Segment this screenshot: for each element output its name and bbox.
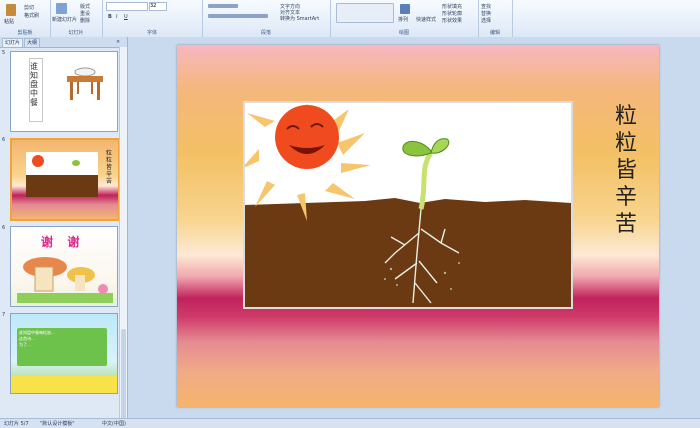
new-slide-button[interactable]: 新建幻灯片 [52,16,77,23]
drawing-group: 排列 快速样式 形状填充 形状轮廓 形状效果 绘图 [330,0,479,37]
editing-group: 查找 替换 选择 编辑 [478,0,513,37]
tab-slides[interactable]: 幻灯片 [2,38,24,47]
slide-editor: 粒粒皆辛苦 [128,37,700,418]
find-button[interactable]: 查找 [481,3,491,10]
font-group: 32 B I U 字体 [102,0,203,37]
pane-scrollbar[interactable] [119,47,127,419]
clipboard-group-label: 剪贴板 [17,30,33,36]
slide-title[interactable]: 粒粒皆辛苦 [612,103,640,238]
sprout-illustration [245,103,571,307]
replace-button[interactable]: 替换 [481,10,491,17]
text-panel: 谁知盘中餐每粒皆… 这首诗… 为了… [17,328,107,366]
delete-button[interactable]: 删除 [80,17,90,24]
reset-button[interactable]: 重设 [80,10,90,17]
paste-icon[interactable] [6,4,16,16]
thumb-number: 6 [2,137,6,143]
paragraph-group: 文字方向 对齐文本 转换为 SmartArt 段落 [202,0,331,37]
soil [26,175,98,197]
ribbon: 粘贴 剪切 格式刷 剪贴板 新建幻灯片 版式 重设 删除 幻灯片 32 B I … [0,0,700,38]
font-group-label: 字体 [146,30,157,36]
quick-styles-button[interactable]: 快速样式 [416,16,436,23]
thumb-number: 6 [2,225,6,231]
cut-button[interactable]: 剪切 [24,4,34,11]
slides-group: 新建幻灯片 版式 重设 删除 幻灯片 [50,0,103,37]
thumb-number: 7 [2,312,6,318]
close-pane-icon[interactable]: × [116,39,120,45]
thumb-title: 粒粒皆辛苦 [106,150,113,185]
editing-group-label: 编辑 [489,30,500,36]
tab-outline[interactable]: 大纲 [24,38,41,47]
select-button[interactable]: 选择 [481,17,491,24]
bold-button[interactable]: B [108,14,112,20]
shape-fill-button[interactable]: 形状填充 [442,3,462,10]
thumb-title: 谁知盘中餐 [30,62,38,107]
clipboard-group: 粘贴 剪切 格式刷 剪贴板 [0,0,51,37]
list-icon[interactable] [208,4,238,8]
shape-effects-button[interactable]: 形状效果 [442,17,462,24]
table-bowl-icon [67,67,103,100]
sprout-picture[interactable] [243,101,573,309]
shapes-gallery-icon[interactable] [336,3,394,23]
arrange-button[interactable]: 排列 [398,16,408,23]
shape-outline-button[interactable]: 形状轮廓 [442,10,462,17]
underline-button[interactable]: U [124,14,128,20]
italic-button[interactable]: I [116,14,117,20]
thumb-line: 为了… [19,342,31,347]
scrollbar-thumb[interactable] [121,329,126,419]
sprout-icon [72,160,80,166]
slide-thumbnail-6-selected[interactable]: 粒粒皆辛苦 [10,138,120,221]
font-size-field[interactable]: 32 [149,2,167,11]
new-slide-icon[interactable] [56,3,67,14]
drawing-group-label: 绘图 [398,30,409,36]
thumb-number: 5 [2,50,6,56]
slides-pane: 幻灯片 大纲 × 5 谁知盘中餐 6 粒粒皆辛苦 6 谢 谢 7 谁知盘中餐每粒… [0,37,128,419]
slide-canvas[interactable]: 粒粒皆辛苦 [177,45,659,407]
thumb-picture [26,152,98,197]
slide-thumbnail-5[interactable]: 谁知盘中餐 [10,51,118,132]
font-name-field[interactable] [106,2,148,11]
sun-icon [32,155,44,167]
language-indicator[interactable]: 中文(中国) [102,420,126,427]
theme-name: "默认设计模板" [40,421,75,427]
smartart-button[interactable]: 转换为 SmartArt [280,15,319,22]
slide-thumbnail-thanks[interactable]: 谢 谢 [10,226,118,307]
paste-button[interactable]: 粘贴 [4,18,14,25]
pane-tabs: 幻灯片 大纲 × [0,37,127,48]
align-icon[interactable] [208,14,268,18]
thanks-text: 谢 谢 [41,235,82,249]
slide-counter: 幻灯片 5/7 [4,421,29,427]
slides-group-label: 幻灯片 [68,30,84,36]
layout-button[interactable]: 版式 [80,3,90,10]
slide-thumbnail-7[interactable]: 谁知盘中餐每粒皆… 这首诗… 为了… [10,313,118,394]
flower-border [11,376,117,393]
format-painter-button[interactable]: 格式刷 [24,12,39,19]
mushroom-house-icon [17,257,113,303]
paragraph-group-label: 段落 [260,30,271,36]
arrange-icon[interactable] [400,4,410,14]
